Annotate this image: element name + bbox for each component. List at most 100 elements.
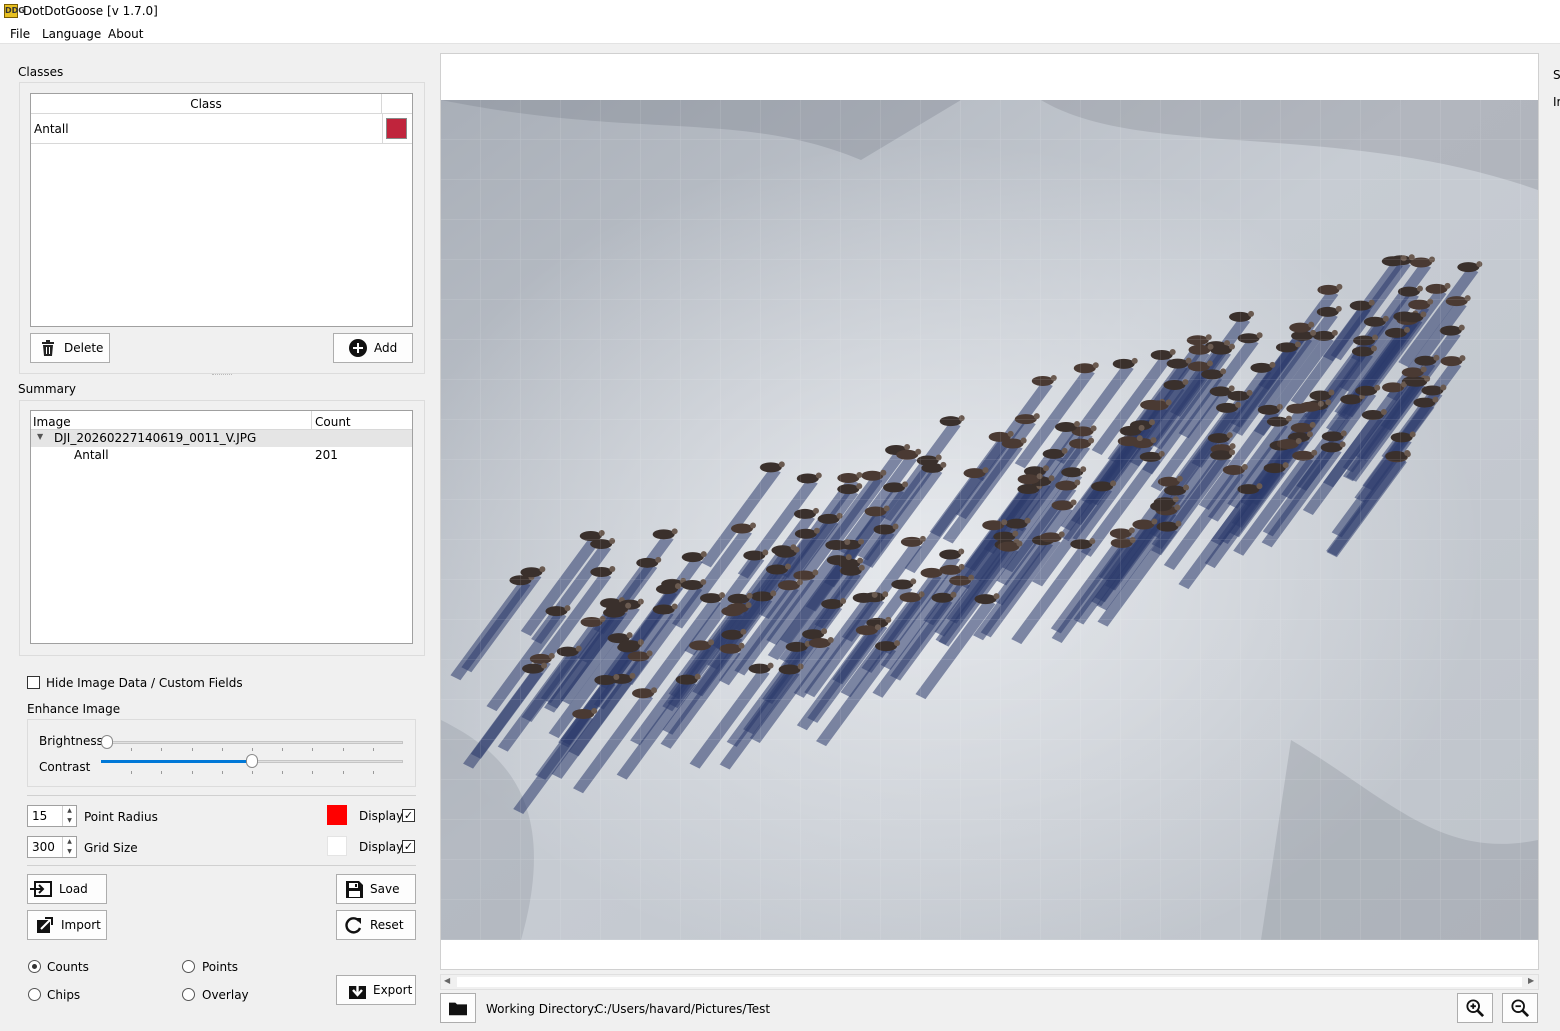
point-radius-label: Point Radius (84, 810, 158, 824)
tree-class-row[interactable]: Antall 201 (31, 447, 412, 464)
class-row[interactable]: Antall (31, 114, 412, 144)
add-class-button[interactable]: Add (333, 333, 413, 363)
class-name: Antall (34, 122, 69, 136)
class-color-swatch[interactable] (386, 118, 407, 139)
working-directory-button[interactable] (440, 993, 476, 1023)
save-button[interactable]: Save (336, 874, 416, 904)
import-label: Import (61, 918, 101, 932)
brightness-track (101, 741, 403, 744)
slider-tick (131, 771, 132, 774)
horizontal-scrollbar[interactable]: ◀ ▶ (440, 974, 1539, 990)
floppy-disk-icon (345, 880, 363, 898)
tree-file-name: DJI_20260227140619_0011_V.JPG (54, 431, 257, 445)
check-icon: ✓ (403, 809, 414, 822)
point-display-label: Display (359, 809, 404, 823)
tree-file-row[interactable]: ▼ DJI_20260227140619_0011_V.JPG (31, 430, 412, 447)
slider-tick (312, 748, 313, 751)
slider-tick (161, 771, 162, 774)
chips-radio[interactable] (28, 988, 41, 1001)
image-column-header[interactable]: Image (31, 411, 312, 430)
export-label: Export (373, 983, 413, 997)
count-column-header[interactable]: Count (312, 411, 412, 430)
slider-tick (373, 771, 374, 774)
contrast-label: Contrast (39, 760, 91, 774)
plus-circle-icon (349, 339, 367, 357)
slider-tick (222, 748, 223, 751)
point-color-swatch[interactable] (327, 805, 347, 825)
grid-color-swatch[interactable] (327, 836, 347, 856)
slider-tick (222, 771, 223, 774)
hide-image-data-label: Hide Image Data / Custom Fields (46, 676, 243, 690)
working-directory-label: Working Directory: (486, 1002, 598, 1016)
export-icon (348, 981, 366, 999)
classes-table: Class Antall (30, 93, 413, 327)
load-button[interactable]: Load (27, 874, 107, 904)
brightness-slider[interactable] (101, 733, 403, 751)
hide-image-data-checkbox[interactable] (27, 676, 40, 689)
grid-display-label: Display (359, 840, 404, 854)
counts-radio[interactable] (28, 960, 41, 973)
window-title: DotDotGoose [v 1.7.0] (23, 4, 158, 18)
point-radius-value: 15 (32, 809, 48, 823)
slider-tick (131, 748, 132, 751)
zoom-out-button[interactable] (1502, 993, 1538, 1023)
check-icon: ✓ (403, 840, 414, 853)
trash-icon (39, 339, 57, 357)
contrast-fill (101, 760, 252, 763)
image-view[interactable] (440, 53, 1539, 970)
splitter-handle[interactable] (212, 374, 232, 377)
tree-class-name: Antall (74, 448, 109, 462)
menu-bar: File Language About (0, 23, 1560, 44)
slider-tick (282, 748, 283, 751)
menu-file[interactable]: File (7, 26, 33, 42)
scrollbar-thumb[interactable] (457, 977, 1522, 987)
chips-label: Chips (47, 988, 81, 1002)
menu-language[interactable]: Language (39, 26, 104, 42)
reset-button[interactable]: Reset (336, 910, 416, 940)
slider-tick (312, 771, 313, 774)
enhance-image-label: Enhance Image (27, 702, 121, 716)
title-bar: DDG DotDotGoose [v 1.7.0] (0, 0, 1560, 23)
contrast-handle[interactable] (246, 754, 258, 768)
overlay-radio[interactable] (182, 988, 195, 1001)
divider (27, 795, 416, 796)
scroll-left-arrow-icon[interactable]: ◀ (444, 976, 450, 985)
delete-class-button[interactable]: Delete (30, 333, 110, 363)
reindeer-herd-image (441, 100, 1538, 940)
spin-arrows-icon[interactable]: ▲ ▼ (62, 837, 76, 857)
slider-tick (192, 771, 193, 774)
brightness-ticks (101, 748, 403, 751)
slider-tick (343, 748, 344, 751)
working-directory-value: C:/Users/havard/Pictures/Test (595, 1002, 771, 1016)
class-column-header[interactable]: Class (31, 94, 382, 114)
add-label: Add (374, 341, 398, 355)
scroll-right-arrow-icon[interactable]: ▶ (1528, 976, 1534, 985)
reset-label: Reset (370, 918, 404, 932)
right-panel-clipped-label: S (1553, 68, 1560, 82)
collapse-arrow-icon[interactable]: ▼ (37, 432, 43, 441)
reset-icon (345, 916, 363, 934)
import-button[interactable]: Import (27, 910, 107, 940)
tree-class-count: 201 (315, 448, 338, 462)
menu-about[interactable]: About (105, 26, 146, 42)
color-column-header[interactable] (382, 94, 412, 114)
delete-label: Delete (64, 341, 104, 355)
grid-size-label: Grid Size (84, 841, 138, 855)
contrast-slider[interactable] (101, 752, 403, 774)
point-radius-spinbox[interactable]: 15 ▲ ▼ (27, 805, 77, 827)
brightness-handle[interactable] (101, 735, 113, 749)
grid-size-spinbox[interactable]: 300 ▲ ▼ (27, 836, 77, 858)
grid-display-checkbox[interactable]: ✓ (402, 840, 415, 853)
export-button[interactable]: Export (336, 975, 416, 1005)
slider-tick (252, 771, 253, 774)
zoom-in-button[interactable] (1457, 993, 1493, 1023)
aerial-image[interactable] (441, 100, 1538, 940)
points-radio[interactable] (182, 960, 195, 973)
spin-arrows-icon[interactable]: ▲ ▼ (62, 806, 76, 826)
divider (27, 865, 416, 866)
save-label: Save (370, 882, 400, 896)
slider-tick (161, 748, 162, 751)
contrast-ticks (101, 771, 403, 774)
point-display-checkbox[interactable]: ✓ (402, 809, 415, 822)
slider-tick (343, 771, 344, 774)
